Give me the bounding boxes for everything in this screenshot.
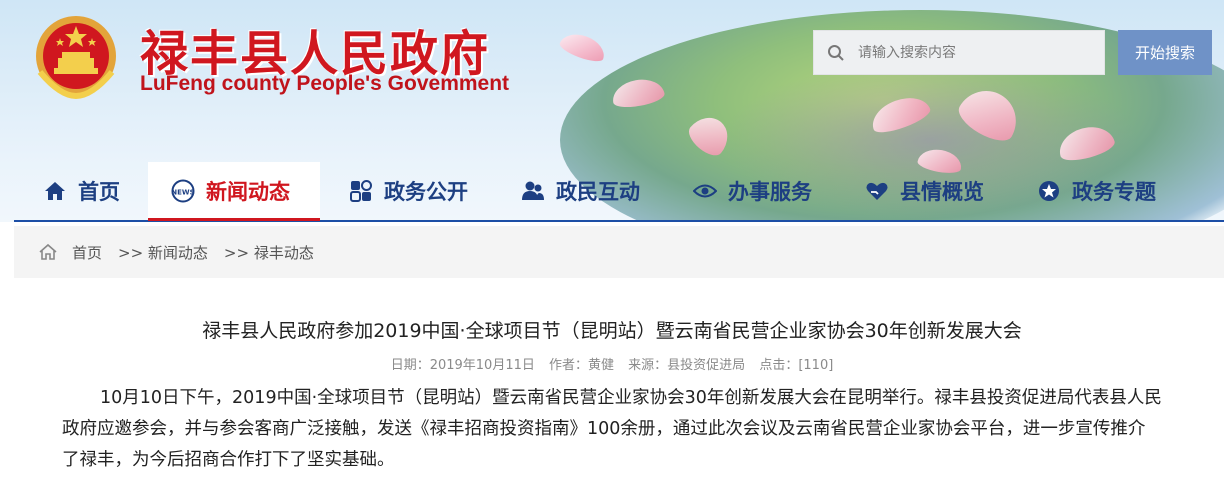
nav-label: 政务公开 [384,180,468,204]
nav-item-overview[interactable]: 县情概览 [836,162,1008,220]
search-icon [814,30,858,75]
site-header: 禄丰县人民政府 LuFeng county People's Govemment… [0,0,1224,222]
nav-label: 办事服务 [728,180,812,204]
breadcrumb-news[interactable]: >> 新闻动态 [118,242,208,263]
svg-text:NEWS: NEWS [171,189,194,197]
people-icon [520,178,546,204]
site-subtitle: LuFeng county People's Govemment [140,72,510,95]
nav-label: 首页 [78,180,120,204]
decor-petal [557,28,609,66]
article-clicks: 点击：[110] [759,358,834,373]
star-icon [1036,178,1062,204]
nav-label: 政务专题 [1072,180,1156,204]
grid-icon [348,178,374,204]
main-nav: 首页 NEWS 新闻动态 政务公开 政民互动 办事服务 县情概览 政务专题 [14,162,1224,222]
nav-label: 新闻动态 [206,180,290,204]
breadcrumb-lufeng-news[interactable]: >> 禄丰动态 [224,242,314,263]
article-body: 10月10日下午，2019中国·全球项目节（昆明站）暨云南省民营企业家协会30年… [62,388,1162,470]
national-emblem-icon [36,16,116,100]
search-input[interactable] [858,32,1098,73]
nav-item-home[interactable]: 首页 [14,162,148,220]
breadcrumb: 首页 >> 新闻动态 >> 禄丰动态 [14,226,1224,278]
nav-item-gov-affairs[interactable]: 政务公开 [320,162,492,220]
breadcrumb-home[interactable]: 首页 [72,242,102,263]
search-button[interactable]: 开始搜索 [1118,30,1212,75]
nav-item-topics[interactable]: 政务专题 [1008,162,1180,220]
nav-label: 县情概览 [900,180,984,204]
nav-item-news[interactable]: NEWS 新闻动态 [148,162,320,220]
article-date: 日期：2019年10月11日 [390,358,535,373]
article-title: 禄丰县人民政府参加2019中国·全球项目节（昆明站）暨云南省民营企业家协会30年… [202,320,1022,342]
article-source: 来源：县投资促进局 [628,358,746,373]
home-icon [42,178,68,204]
article-meta: 日期：2019年10月11日 作者：黄健 来源：县投资促进局 点击：[110] [0,354,1224,373]
nav-active-indicator [148,218,320,221]
heart-hand-icon [864,178,890,204]
nav-item-services[interactable]: 办事服务 [664,162,836,220]
eye-icon [692,178,718,204]
article-author: 作者：黄健 [549,358,615,373]
home-outline-icon[interactable] [38,243,58,261]
nav-label: 政民互动 [556,180,640,204]
search-box [813,30,1105,75]
nav-item-interaction[interactable]: 政民互动 [492,162,664,220]
news-icon: NEWS [170,178,196,204]
